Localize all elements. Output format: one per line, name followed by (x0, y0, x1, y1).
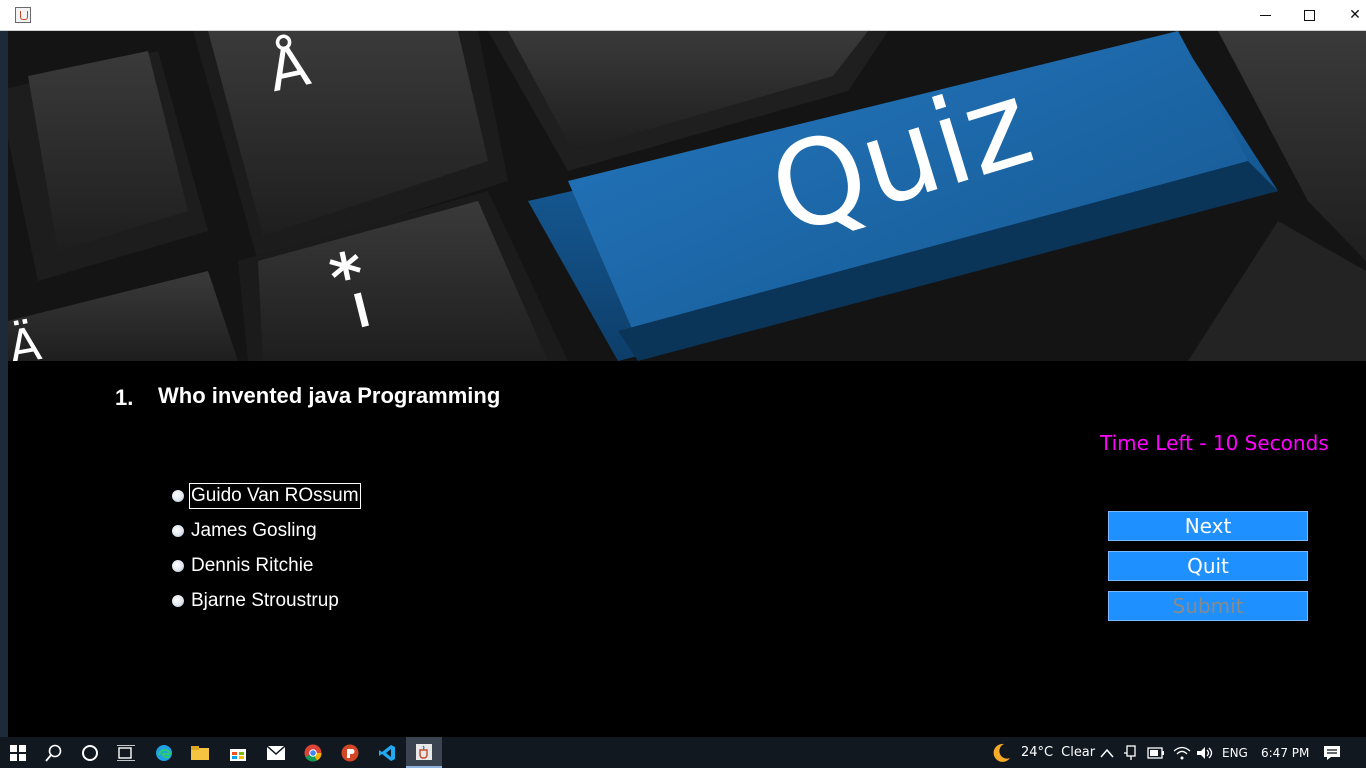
search-icon (45, 744, 62, 762)
powerpoint-icon (341, 744, 359, 761)
speaker-icon (1197, 746, 1213, 759)
option-label[interactable]: Guido Van ROssum (189, 483, 361, 509)
language-indicator[interactable]: ENG (1222, 737, 1248, 768)
battery-icon (1147, 746, 1164, 759)
edge-browser-icon (156, 744, 172, 761)
windows-taskbar: 24°C Clear ENG 6:47 PM (0, 737, 1366, 768)
taskbar-java-app[interactable] (406, 737, 442, 768)
maximize-icon (1303, 9, 1315, 21)
option-label[interactable]: James Gosling (189, 518, 319, 544)
minimize-icon (1259, 14, 1271, 16)
close-icon: ✕ (1349, 7, 1361, 23)
question-text: Who invented java Programming (158, 383, 501, 408)
moon-icon (993, 743, 1010, 762)
clock[interactable]: 6:47 PM (1261, 737, 1309, 768)
close-button[interactable]: ✕ (1332, 0, 1366, 30)
chevron-up-icon (1100, 748, 1114, 757)
taskbar-powerpoint[interactable] (332, 737, 368, 768)
taskbar-edge[interactable] (146, 737, 182, 768)
battery-button[interactable] (1147, 737, 1165, 768)
window-left-edge (0, 31, 8, 737)
java-app-icon (15, 7, 31, 23)
chrome-icon (304, 744, 322, 761)
weather-temp: 24°C (1021, 745, 1054, 760)
cortana-button[interactable] (72, 737, 108, 768)
vscode-icon (379, 744, 395, 761)
option-dennis-ritchie[interactable]: Dennis Ritchie (172, 552, 316, 580)
quit-button[interactable]: Quit (1108, 551, 1308, 581)
windows-logo-icon (10, 744, 26, 761)
folder-icon (191, 745, 209, 760)
search-button[interactable] (36, 737, 72, 768)
radio-button[interactable] (172, 525, 184, 537)
option-label[interactable]: Dennis Ritchie (189, 553, 316, 579)
maximize-button[interactable] (1286, 0, 1332, 30)
wifi-icon (1173, 746, 1191, 759)
show-hidden-icons-button[interactable] (1100, 737, 1114, 768)
minimize-button[interactable] (1242, 0, 1288, 30)
radio-button[interactable] (172, 595, 184, 607)
cortana-circle-icon (82, 744, 98, 761)
task-view-icon (117, 744, 135, 761)
mail-envelope-icon (267, 745, 285, 760)
start-button[interactable] (0, 737, 36, 768)
taskbar-mail[interactable] (258, 737, 294, 768)
weather-widget[interactable]: 24°C Clear (990, 737, 1095, 768)
notification-icon (1324, 745, 1340, 760)
quiz-banner-image: Quiz Å * Ä (8, 31, 1366, 361)
weather-condition: Clear (1061, 745, 1096, 760)
option-bjarne-stroustrup[interactable]: Bjarne Stroustrup (172, 587, 341, 615)
quiz-panel: 1. Who invented java Programming Time Le… (8, 361, 1366, 737)
window-title-bar: ✕ (0, 0, 1366, 31)
question-number: 1. (115, 385, 134, 410)
taskbar-file-explorer[interactable] (182, 737, 218, 768)
time-left-label: Time Left - 10 Seconds (1100, 431, 1329, 455)
task-view-button[interactable] (108, 737, 144, 768)
option-label[interactable]: Bjarne Stroustrup (189, 588, 341, 614)
wifi-button[interactable] (1173, 737, 1191, 768)
radio-button[interactable] (172, 490, 184, 502)
option-guido-van-rossum[interactable]: Guido Van ROssum (172, 482, 361, 510)
taskbar-vscode[interactable] (369, 737, 405, 768)
taskbar-store[interactable] (220, 737, 256, 768)
store-bag-icon (230, 748, 246, 761)
device-tray-button[interactable] (1124, 737, 1138, 768)
volume-button[interactable] (1196, 737, 1214, 768)
submit-button[interactable]: Submit (1108, 591, 1308, 621)
next-button[interactable]: Next (1108, 511, 1308, 541)
notification-center-button[interactable] (1323, 737, 1341, 768)
option-james-gosling[interactable]: James Gosling (172, 517, 319, 545)
java-icon (416, 743, 432, 760)
taskbar-chrome[interactable] (295, 737, 331, 768)
radio-button[interactable] (172, 560, 184, 572)
usb-device-icon (1124, 744, 1136, 760)
